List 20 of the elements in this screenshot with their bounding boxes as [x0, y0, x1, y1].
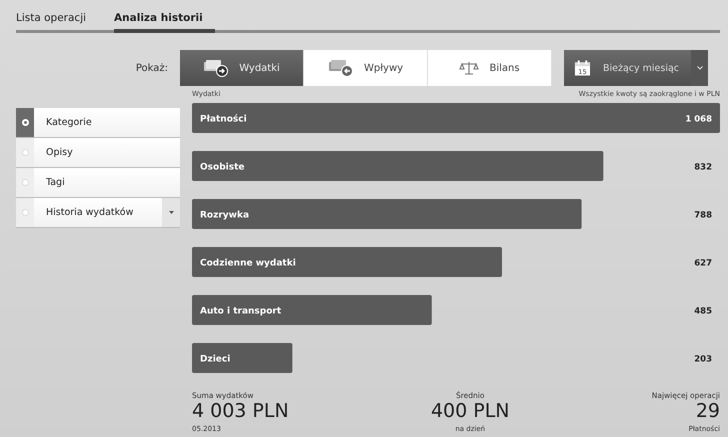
- bar-category-label: Codzienne wydatki: [200, 258, 296, 268]
- option-label: Tagi: [46, 177, 66, 188]
- bar-value-label: 485: [694, 306, 712, 316]
- option-label: Historia wydatków: [46, 207, 134, 218]
- bar-value-label: 627: [694, 258, 712, 268]
- bar-category-label: Auto i transport: [200, 306, 282, 316]
- bar-category-label: Dzieci: [200, 354, 230, 364]
- stat-value: 29: [696, 400, 720, 422]
- stat-value: 4 003 PLN: [192, 400, 289, 422]
- option-label: Opisy: [46, 147, 74, 158]
- bar-category-label: Osobiste: [200, 162, 244, 172]
- bar-category-label: Płatności: [200, 114, 247, 124]
- bar-value-label: 832: [694, 162, 712, 172]
- bar-value-label: 1 068: [685, 114, 712, 124]
- stat-value: 400 PLN: [430, 400, 510, 422]
- bar-value-label: 203: [694, 354, 712, 364]
- option-label: Kategorie: [46, 117, 93, 128]
- bar-value-label: 788: [694, 210, 712, 220]
- show-label: Pokaż:: [134, 62, 169, 74]
- bar-category-label: Rozrywka: [200, 210, 250, 220]
